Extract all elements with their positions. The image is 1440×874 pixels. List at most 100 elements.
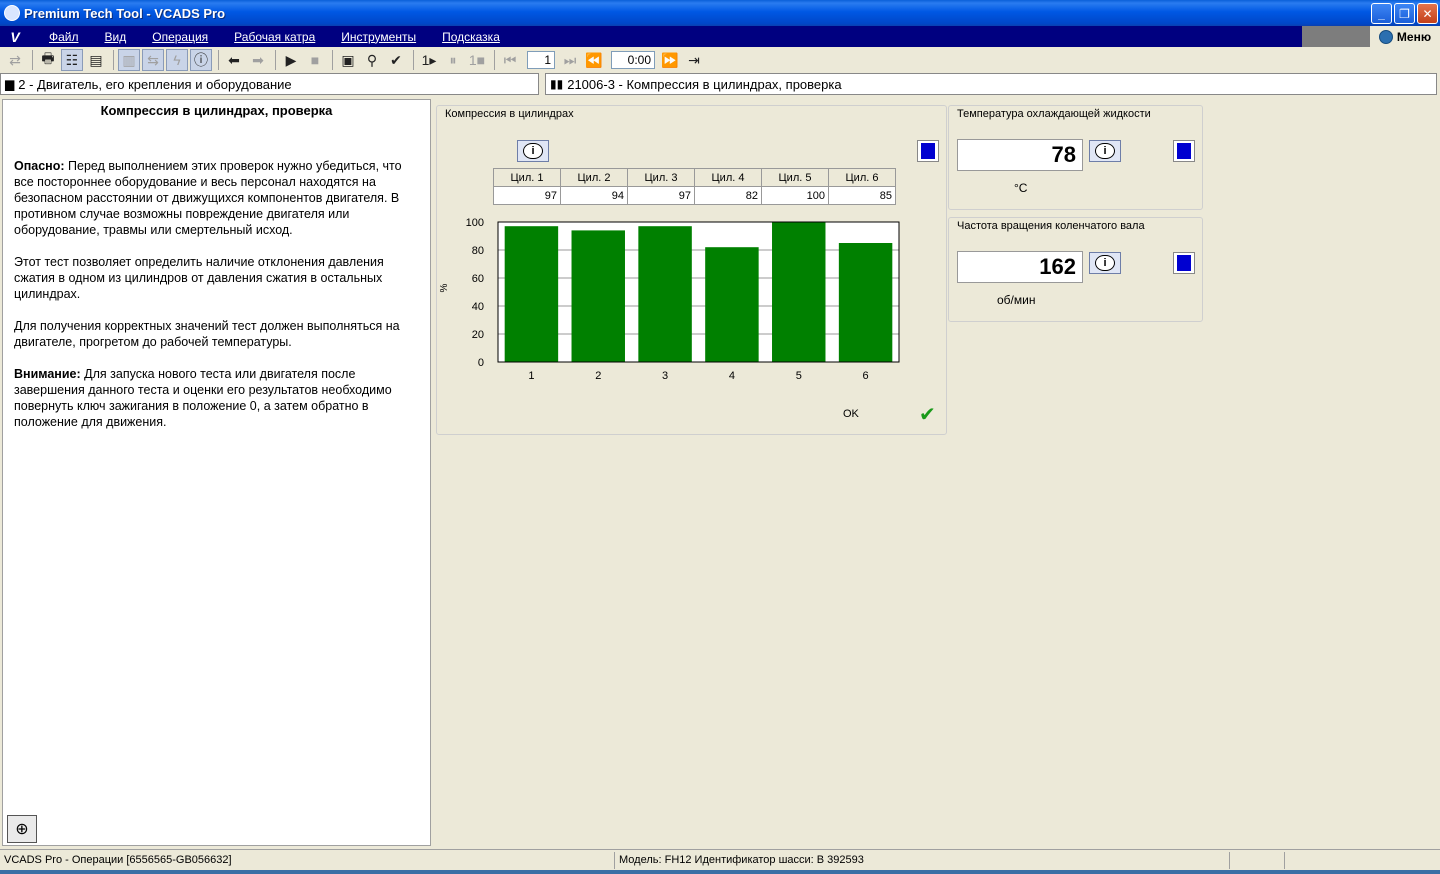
- y-tick-label: 60: [472, 273, 484, 285]
- zoom-in-button[interactable]: ⊕: [7, 815, 37, 843]
- attention-label: Внимание:: [14, 367, 81, 381]
- status-cell-empty-2: [1285, 852, 1435, 869]
- x-tick-label: 4: [729, 370, 735, 382]
- test-status-text: OK: [843, 408, 859, 420]
- warning-label: Опасно:: [14, 159, 65, 173]
- rpm-value: 162: [957, 251, 1083, 283]
- card-icon[interactable]: ▤: [85, 49, 107, 71]
- warning-text: Перед выполнением этих проверок нужно уб…: [14, 159, 402, 237]
- instructions-pane: Компрессия в цилиндрах, проверка Опасно:…: [2, 99, 431, 846]
- engine-icon: ▆: [5, 77, 15, 91]
- y-tick-label: 20: [472, 329, 484, 341]
- chart-plot-area: [498, 222, 899, 362]
- bottom-edge: [0, 870, 1440, 874]
- compression-bar-chart: 0 20 40 60 80 100 1 2 3 4 5 6%: [439, 217, 900, 382]
- app-icon: [4, 5, 20, 21]
- close-button[interactable]: ✕: [1417, 3, 1438, 24]
- compression-panel: Компрессия в цилиндрах i Цил. 1 Цил. 2 Ц…: [436, 105, 947, 435]
- toolbar-separator: [413, 50, 414, 70]
- time-input[interactable]: 0:00: [611, 51, 655, 69]
- connect-icon[interactable]: ⇄: [4, 49, 26, 71]
- rpm-title: Частота вращения коленчатого вала: [957, 220, 1145, 232]
- toolbar-separator: [113, 50, 114, 70]
- restore-button[interactable]: ❐: [1394, 3, 1415, 24]
- rpm-info-button[interactable]: i: [1089, 252, 1121, 274]
- back-arrow-icon[interactable]: ⬅: [223, 49, 245, 71]
- lightning-icon[interactable]: ϟ: [166, 49, 188, 71]
- coolant-info-button[interactable]: i: [1089, 140, 1121, 162]
- page-number-input[interactable]: 1: [527, 51, 555, 69]
- coolant-temp-unit: °C: [1014, 181, 1028, 195]
- menu-tools[interactable]: Инструменты: [328, 30, 429, 44]
- stop-step-icon[interactable]: 1■: [466, 49, 488, 71]
- breadcrumb-operation: ▮▮ 21006-3 - Компрессия в цилиндрах, про…: [545, 73, 1437, 95]
- instructions-heading: Компрессия в цилиндрах, проверка: [100, 103, 333, 118]
- vcads-logo[interactable]: V: [0, 29, 30, 45]
- tree-view-icon[interactable]: ☷: [61, 49, 83, 71]
- fast-forward-icon[interactable]: ⏩: [659, 49, 681, 71]
- chart-bar-cyl-1: [504, 226, 559, 362]
- coolant-temp-title: Температура охлаждающей жидкости: [957, 108, 1151, 120]
- breadcrumb-group: ▆ 2 - Двигатель, его крепления и оборудо…: [0, 73, 539, 95]
- exit-icon[interactable]: ⇥: [683, 49, 705, 71]
- coolant-color-indicator[interactable]: [1173, 140, 1195, 162]
- info-bubble-icon: i: [1095, 143, 1115, 159]
- y-tick-label: 0: [478, 357, 484, 369]
- forward-arrow-icon[interactable]: ➡: [247, 49, 269, 71]
- menu-bar: V Файл Вид Операция Рабочая катра Инстру…: [0, 26, 1440, 47]
- test-description: Этот тест позволяет определить наличие о…: [14, 255, 384, 301]
- toolbar-separator: [32, 50, 33, 70]
- status-vehicle: Модель: FH12 Идентификатор шасси: B 3925…: [615, 851, 1230, 869]
- attention-paragraph: Внимание: Для запуска нового теста или д…: [14, 366, 420, 430]
- chart-bar-cyl-6: [838, 243, 893, 362]
- swap-icon[interactable]: ⇆: [142, 49, 164, 71]
- menu-view[interactable]: Вид: [92, 30, 140, 44]
- first-page-icon[interactable]: ⏮: [499, 49, 521, 71]
- inspect-icon[interactable]: ⚲: [361, 49, 383, 71]
- toolbar: ⇄ 🖶 ☷ ▤ ▥ ⇆ ϟ ⓘ ⬅ ➡ ▶ ■ ▣ ⚲ ✔ 1▸ ⏸ 1■ ⏮ …: [0, 47, 1440, 73]
- menu-operation[interactable]: Операция: [139, 30, 221, 44]
- play-icon[interactable]: ▶: [280, 49, 302, 71]
- rpm-unit: об/мин: [997, 293, 1036, 307]
- chart-view-icon[interactable]: ▥: [118, 49, 140, 71]
- coolant-temp-panel: Температура охлаждающей жидкости 78 i °C: [948, 105, 1203, 210]
- y-axis-label: %: [439, 283, 450, 292]
- conditions-paragraph: Для получения корректных значений тест д…: [14, 319, 400, 349]
- x-tick-label: 1: [528, 370, 534, 382]
- chart-bar-cyl-2: [571, 230, 625, 362]
- rewind-icon[interactable]: ⏪: [583, 49, 605, 71]
- status-bar: VCADS Pro - Операции [6556565-GB056632] …: [0, 849, 1440, 870]
- main-menu-button[interactable]: Меню: [1370, 26, 1440, 47]
- menu-help[interactable]: Подсказка: [429, 30, 513, 44]
- checkmark-icon[interactable]: ✔: [385, 49, 407, 71]
- chart-bar-cyl-5: [772, 222, 826, 362]
- bar-chart-icon: ▮▮: [550, 77, 564, 91]
- info-icon[interactable]: ⓘ: [190, 49, 212, 71]
- title-bar: Premium Tech Tool - VCADS Pro _ ❐ ✕: [0, 0, 1440, 26]
- last-page-icon[interactable]: ⏭: [559, 49, 581, 71]
- x-tick-label: 3: [662, 370, 668, 382]
- pause-step-icon[interactable]: ⏸: [442, 49, 464, 71]
- menu-file[interactable]: Файл: [36, 30, 92, 44]
- menu-workcard[interactable]: Рабочая катра: [221, 30, 328, 44]
- toolbar-separator: [494, 50, 495, 70]
- globe-icon: [1378, 29, 1393, 44]
- rpm-panel: Частота вращения коленчатого вала 162 i …: [948, 217, 1203, 322]
- print-icon[interactable]: 🖶: [37, 49, 59, 71]
- breadcrumb-operation-label: 21006-3 - Компрессия в цилиндрах, провер…: [567, 76, 842, 92]
- x-tick-label: 2: [595, 370, 601, 382]
- toolbar-separator: [332, 50, 333, 70]
- form-icon[interactable]: ▣: [337, 49, 359, 71]
- chart-bar-cyl-3: [638, 226, 692, 362]
- toolbar-separator: [275, 50, 276, 70]
- rpm-color-indicator[interactable]: [1173, 252, 1195, 274]
- toolbar-separator: [218, 50, 219, 70]
- x-tick-label: 5: [796, 370, 802, 382]
- stop-icon[interactable]: ■: [304, 49, 326, 71]
- ok-check-icon: ✔: [919, 404, 936, 426]
- minimize-button[interactable]: _: [1371, 3, 1392, 24]
- coolant-temp-value: 78: [957, 139, 1083, 171]
- window-title: Premium Tech Tool - VCADS Pro: [24, 5, 226, 21]
- step-icon[interactable]: 1▸: [418, 49, 440, 71]
- chart-bar-cyl-4: [705, 247, 759, 362]
